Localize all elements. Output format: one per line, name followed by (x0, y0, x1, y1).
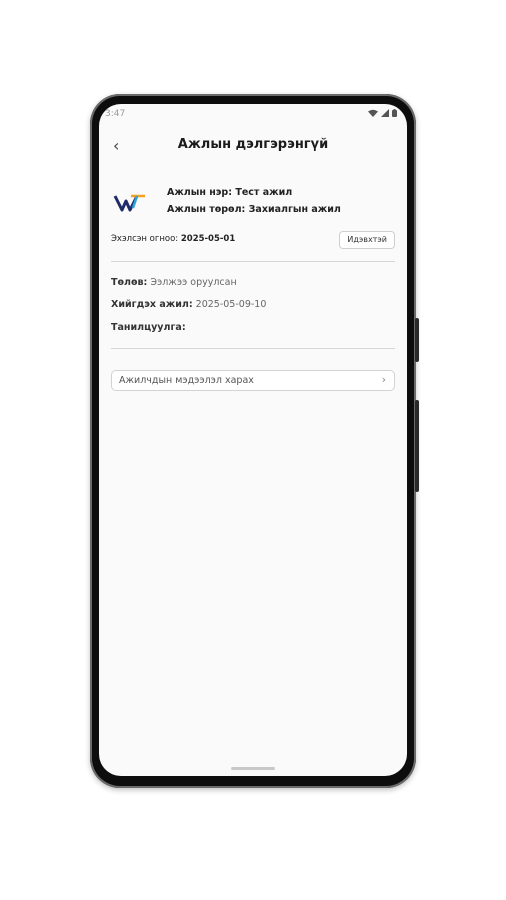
volume-button (415, 400, 419, 492)
intro-row: Танилцуулга: (111, 322, 186, 333)
state-value: Ээлжээ оруулсан (150, 277, 237, 288)
job-name-value: Тест ажил (235, 187, 293, 198)
job-type-label: Ажлын төрөл: (167, 204, 246, 215)
system-icons (368, 109, 397, 117)
state-row: Төлөв: Ээлжээ оруулсан (111, 277, 237, 288)
start-date: Эхэлсэн огноо: 2025-05-01 (111, 234, 235, 244)
employee-info-button[interactable]: Ажилчдын мэдээлэл харах › (111, 370, 395, 391)
divider (111, 348, 395, 349)
app-header: ‹ Ажлын дэлгэрэнгүй (99, 132, 407, 162)
home-indicator[interactable] (231, 767, 275, 770)
battery-icon (392, 109, 397, 117)
start-date-value: 2025-05-01 (180, 234, 236, 244)
work-row: Хийгдэх ажил: 2025-05-09-10 (111, 299, 266, 310)
page-title: Ажлын дэлгэрэнгүй (177, 137, 329, 152)
chevron-right-icon: › (381, 373, 386, 386)
status-time: 3:47 (105, 109, 126, 119)
job-name: Ажлын нэр: Тест ажил (167, 187, 292, 198)
app-screen: 3:47 ‹ Ажлын дэлгэрэнгүй Ажлын нэр: Тест… (99, 104, 407, 776)
status-button[interactable]: Идэвхтэй (339, 231, 395, 249)
divider (111, 261, 395, 262)
state-label: Төлөв: (111, 277, 148, 288)
job-type: Ажлын төрөл: Захиалгын ажил (167, 204, 341, 215)
status-bar: 3:47 (99, 104, 407, 126)
power-button (415, 318, 419, 362)
employee-info-label: Ажилчдын мэдээлэл харах (119, 375, 254, 386)
job-name-label: Ажлын нэр: (167, 187, 233, 198)
work-value: 2025-05-09-10 (195, 299, 267, 310)
signal-icon (381, 109, 389, 117)
company-logo (113, 194, 145, 212)
intro-label: Танилцуулга: (111, 322, 186, 333)
job-type-value: Захиалгын ажил (248, 204, 341, 215)
work-label: Хийгдэх ажил: (111, 299, 193, 310)
wifi-icon (368, 109, 378, 117)
start-date-label: Эхэлсэн огноо: (111, 234, 179, 244)
